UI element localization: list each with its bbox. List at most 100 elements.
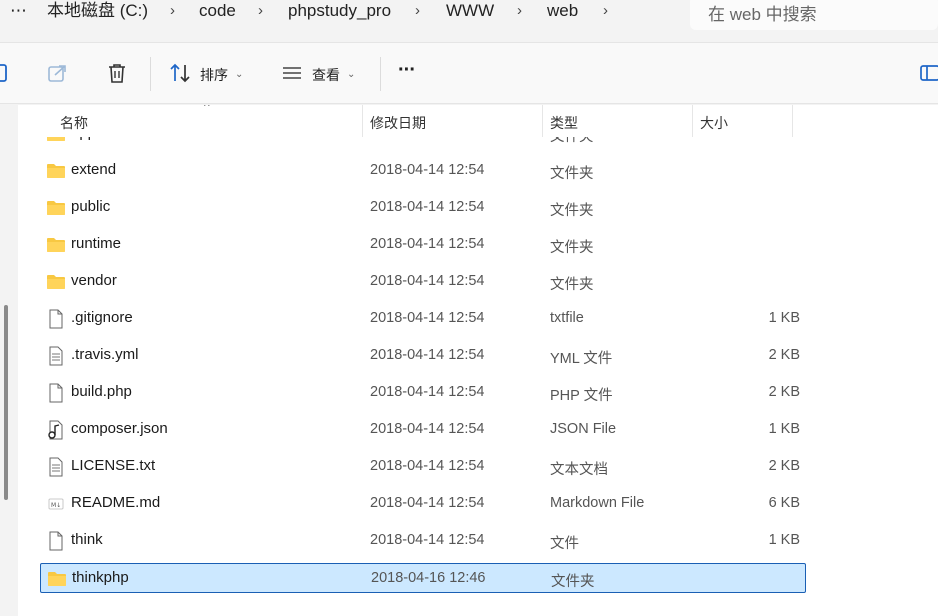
file-modified-date: 2018-04-14 12:54 xyxy=(370,162,485,178)
file-name[interactable]: public xyxy=(71,198,110,215)
breadcrumb-more-button[interactable]: ⋯ xyxy=(10,0,27,24)
folder-icon xyxy=(47,569,67,589)
sort-ascending-icon: ^ xyxy=(204,105,210,113)
sort-label: 排序 xyxy=(200,67,228,83)
file-size: 2 KB xyxy=(768,384,800,400)
svg-text:M↓: M↓ xyxy=(51,502,61,509)
file-type: 文件 xyxy=(550,536,579,552)
view-label: 查看 xyxy=(312,67,340,83)
file-row[interactable]: runtime 2018-04-14 12:54 文件夹 xyxy=(40,230,806,260)
chevron-down-icon: ⌄ xyxy=(347,69,356,80)
file-name[interactable]: runtime xyxy=(71,235,121,252)
file-modified-date: 2018-04-14 12:54 xyxy=(370,199,485,215)
file-type: 文本文档 xyxy=(550,462,608,478)
file-name[interactable]: LICENSE.txt xyxy=(71,457,155,474)
chevron-right-icon[interactable]: › xyxy=(258,2,263,19)
file-modified-date: 2018-04-14 12:54 xyxy=(370,273,485,289)
file-row[interactable]: .travis.yml 2018-04-14 12:54 YML 文件 2 KB xyxy=(40,341,806,371)
file-modified-date: 2018-04-14 12:54 xyxy=(370,458,485,474)
column-header-row: ^ 名称 修改日期 类型 大小 xyxy=(18,105,938,137)
breadcrumb-item-web[interactable]: web xyxy=(547,0,578,24)
chevron-right-icon[interactable]: › xyxy=(415,2,420,19)
toolbar-divider xyxy=(150,57,151,91)
file-modified-date: 2018-04-14 12:54 xyxy=(370,532,485,548)
search-input[interactable]: 在 web 中搜索 xyxy=(690,0,938,30)
file-name[interactable]: think xyxy=(71,531,103,548)
file-row[interactable]: composer.json 2018-04-14 12:54 JSON File 1 … xyxy=(40,415,806,445)
file-type: 文件夹 xyxy=(550,240,594,256)
delete-icon[interactable] xyxy=(105,61,129,85)
breadcrumb-item-www[interactable]: WWW xyxy=(446,0,494,24)
sort-button[interactable]: 排序 ⌄ xyxy=(166,43,251,103)
folder-icon xyxy=(46,161,66,181)
share-icon[interactable] xyxy=(46,61,70,85)
file-modified-date: 2018-04-16 12:46 xyxy=(371,570,486,586)
breadcrumb-item-drive[interactable]: 本地磁盘 (C:) xyxy=(47,0,148,24)
file-name[interactable]: thinkphp xyxy=(72,569,129,586)
file-row[interactable]: LICENSE.txt 2018-04-14 12:54 文本文档 2 KB xyxy=(40,452,806,482)
command-bar: 排序 ⌄ 查看 ⌄ ··· xyxy=(0,42,938,104)
column-divider[interactable] xyxy=(692,105,693,137)
copy-icon[interactable] xyxy=(0,61,16,85)
file-row[interactable]: build.php 2018-04-14 12:54 PHP 文件 2 KB xyxy=(40,378,806,408)
scrollbar-thumb[interactable] xyxy=(4,305,8,500)
breadcrumb-item-code[interactable]: code xyxy=(199,0,236,24)
file-size: 2 KB xyxy=(768,347,800,363)
details-pane-icon[interactable] xyxy=(918,61,938,85)
blank-file-icon xyxy=(46,531,66,551)
file-modified-date: 2018-04-14 12:54 xyxy=(370,347,485,363)
toolbar-divider xyxy=(380,57,381,91)
chevron-right-icon[interactable]: › xyxy=(603,2,608,19)
file-size: 1 KB xyxy=(768,310,800,326)
file-name[interactable]: composer.json xyxy=(71,420,168,437)
file-modified-date: 2018-04-14 12:54 xyxy=(370,421,485,437)
breadcrumb-item-phpstudy[interactable]: phpstudy_pro xyxy=(288,0,391,24)
file-modified-date: 2018-04-14 12:54 xyxy=(370,384,485,400)
file-type: JSON File xyxy=(550,421,617,437)
text-file-icon xyxy=(46,346,66,366)
column-divider[interactable] xyxy=(362,105,363,137)
column-divider[interactable] xyxy=(542,105,543,137)
file-name[interactable]: build.php xyxy=(71,383,132,400)
chevron-down-icon: ⌄ xyxy=(235,69,244,80)
file-name[interactable]: .travis.yml xyxy=(71,346,139,363)
file-row[interactable]: M↓ README.md 2018-04-14 12:54 Markdown File… xyxy=(40,489,806,519)
file-size: 6 KB xyxy=(768,495,800,511)
file-size: 1 KB xyxy=(768,421,800,437)
sort-icon xyxy=(170,63,190,83)
file-name[interactable]: README.md xyxy=(71,494,160,511)
blank-file-icon xyxy=(46,309,66,329)
column-header-type[interactable]: 类型 xyxy=(550,113,578,133)
file-size: 2 KB xyxy=(768,458,800,474)
column-header-name[interactable]: 名称 xyxy=(60,113,88,133)
folder-icon xyxy=(46,198,66,218)
folder-icon xyxy=(46,235,66,255)
file-row[interactable]: public 2018-04-14 12:54 文件夹 xyxy=(40,193,806,223)
column-divider[interactable] xyxy=(792,105,793,137)
file-name[interactable]: .gitignore xyxy=(71,309,133,326)
more-options-button[interactable]: ··· xyxy=(398,59,416,82)
file-type: 文件夹 xyxy=(550,277,594,293)
file-row[interactable]: vendor 2018-04-14 12:54 文件夹 xyxy=(40,267,806,297)
file-row[interactable]: think 2018-04-14 12:54 文件 1 KB xyxy=(40,526,806,556)
file-type: YML 文件 xyxy=(550,351,613,367)
file-name[interactable]: vendor xyxy=(71,272,117,289)
file-modified-date: 2018-04-14 12:54 xyxy=(370,310,485,326)
file-type: PHP 文件 xyxy=(550,388,613,404)
file-type: Markdown File xyxy=(550,495,645,511)
view-button[interactable]: 查看 ⌄ xyxy=(278,43,363,103)
file-row[interactable]: thinkphp 2018-04-16 12:46 文件夹 xyxy=(40,563,806,593)
file-list: ^ 名称 修改日期 类型 大小 application2018-04-14 12… xyxy=(18,105,938,616)
column-header-date[interactable]: 修改日期 xyxy=(370,113,426,133)
chevron-right-icon[interactable]: › xyxy=(170,2,175,19)
file-row[interactable]: extend 2018-04-14 12:54 文件夹 xyxy=(40,156,806,186)
file-modified-date: 2018-04-14 12:54 xyxy=(370,495,485,511)
column-header-size[interactable]: 大小 xyxy=(700,113,728,133)
text-file-icon xyxy=(46,457,66,477)
file-type: 文件夹 xyxy=(550,166,594,182)
folder-icon xyxy=(46,272,66,292)
file-row[interactable]: .gitignore 2018-04-14 12:54 txtfile 1 KB xyxy=(40,304,806,334)
json-file-icon xyxy=(46,420,66,440)
chevron-right-icon[interactable]: › xyxy=(517,2,522,19)
file-name[interactable]: extend xyxy=(71,161,116,178)
